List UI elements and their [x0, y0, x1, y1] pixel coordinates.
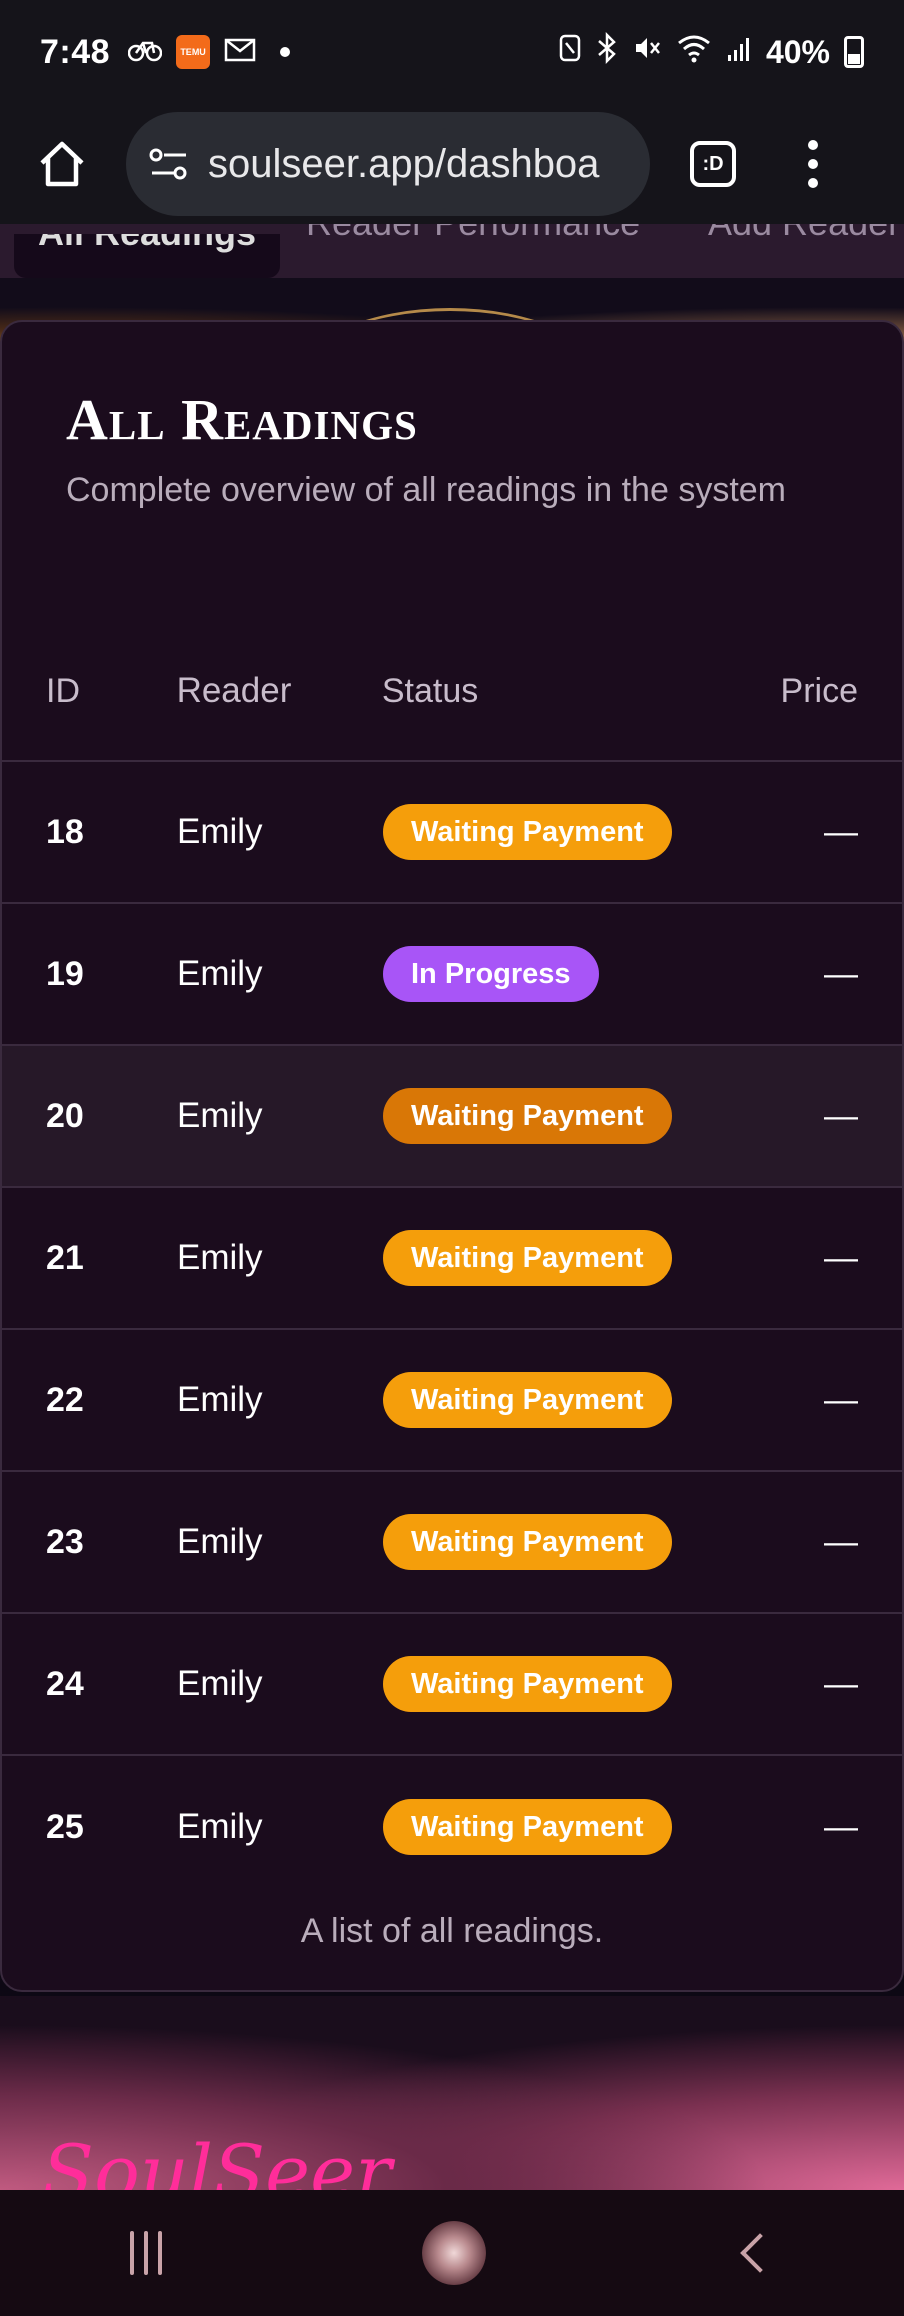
card-title: All Readings	[66, 387, 418, 452]
table-row[interactable]: 23 Emily Waiting Payment —	[2, 1472, 902, 1614]
system-icons: 40%	[558, 31, 864, 72]
overflow-menu-button[interactable]	[808, 140, 818, 188]
mail-icon	[224, 37, 256, 68]
cell-id: 20	[46, 1096, 84, 1135]
temu-app-icon: TEMU	[176, 35, 211, 69]
bike-icon	[127, 35, 163, 70]
footer-brand-logo[interactable]: SoulSeer	[42, 2128, 391, 2190]
table-row[interactable]: 18 Emily Waiting Payment —	[2, 762, 902, 904]
column-header-reader: Reader	[176, 671, 292, 710]
cell-price: —	[824, 954, 858, 993]
column-header-status: Status	[381, 671, 479, 710]
status-badge: Waiting Payment	[383, 804, 672, 860]
status-badge: Waiting Payment	[383, 1088, 672, 1144]
cell-id: 23	[46, 1522, 84, 1561]
table-header: ID Reader Status Price	[2, 622, 902, 762]
cell-reader: Emily	[177, 1238, 263, 1277]
cell-reader: Emily	[177, 1664, 263, 1703]
recent-bar	[130, 2231, 134, 2275]
status-badge: Waiting Payment	[383, 1799, 672, 1855]
status-badge: Waiting Payment	[383, 1656, 672, 1712]
tab-all-readings[interactable]: All Readings	[14, 234, 280, 278]
battery-icon	[844, 36, 864, 68]
column-header-price: Price	[780, 671, 858, 710]
status-badge: Waiting Payment	[383, 1514, 672, 1570]
web-page: All Readings Reader Performance Add Read…	[0, 224, 904, 2190]
site-settings-icon[interactable]	[148, 146, 190, 182]
cell-id: 19	[46, 954, 84, 993]
status-bar: 7:48 TEMU 40%	[0, 0, 904, 104]
cell-status: Waiting Payment	[383, 1088, 783, 1144]
status-badge: In Progress	[383, 946, 599, 1002]
cell-id: 21	[46, 1238, 84, 1277]
tab-switcher-button[interactable]: :D	[690, 141, 736, 187]
table-row[interactable]: 24 Emily Waiting Payment —	[2, 1614, 902, 1756]
cell-price: —	[824, 1238, 858, 1277]
url-text[interactable]: soulseer.app/dashboa	[208, 142, 599, 187]
cell-reader: Emily	[177, 1096, 263, 1135]
cell-reader: Emily	[177, 1807, 263, 1846]
status-badge: Waiting Payment	[383, 1230, 672, 1286]
status-badge: Waiting Payment	[383, 1372, 672, 1428]
cell-id: 25	[46, 1807, 84, 1846]
tab-add-reader[interactable]: Add Reader	[708, 224, 900, 244]
recent-bar	[144, 2231, 148, 2275]
back-button[interactable]	[740, 2233, 780, 2273]
cell-status: Waiting Payment	[383, 1656, 783, 1712]
menu-dot	[808, 178, 818, 188]
cell-price: —	[824, 1096, 858, 1135]
readings-card: All Readings Complete overview of all re…	[0, 320, 904, 1992]
recent-apps-button[interactable]	[130, 2231, 162, 2275]
cell-reader: Emily	[177, 812, 263, 851]
home-button[interactable]	[30, 132, 94, 196]
cell-price: —	[824, 1380, 858, 1419]
cell-status: Waiting Payment	[383, 1230, 783, 1286]
tab-reader-performance[interactable]: Reader Performance	[306, 224, 640, 244]
table-row[interactable]: 25 Emily Waiting Payment —	[2, 1756, 902, 1898]
browser-toolbar: soulseer.app/dashboa :D	[0, 104, 904, 224]
cell-reader: Emily	[177, 1522, 263, 1561]
dashboard-tabs: All Readings Reader Performance Add Read…	[0, 224, 904, 278]
address-bar[interactable]: soulseer.app/dashboa	[126, 112, 650, 216]
cell-id: 22	[46, 1380, 84, 1419]
notification-icons: TEMU	[127, 35, 291, 70]
cell-price: —	[824, 812, 858, 851]
wifi-icon	[676, 33, 712, 71]
table-row[interactable]: 19 Emily In Progress —	[2, 904, 902, 1046]
battery-percent: 40%	[765, 33, 830, 70]
cell-reader: Emily	[177, 954, 263, 993]
cell-status: Waiting Payment	[383, 1372, 783, 1428]
column-header-id: ID	[46, 671, 80, 710]
mute-icon	[632, 33, 662, 71]
table-row[interactable]: 20 Emily Waiting Payment —	[2, 1046, 902, 1188]
cell-id: 18	[46, 812, 84, 851]
nfc-icon	[558, 33, 582, 71]
menu-dot	[808, 140, 818, 150]
cell-id: 24	[46, 1664, 84, 1703]
dot-icon	[280, 47, 291, 57]
recent-bar	[158, 2231, 162, 2275]
cell-status: Waiting Payment	[383, 804, 783, 860]
system-navigation-bar	[0, 2190, 904, 2316]
menu-dot	[808, 159, 818, 169]
table-row[interactable]: 21 Emily Waiting Payment —	[2, 1188, 902, 1330]
cell-status: In Progress	[383, 946, 783, 1002]
cell-price: —	[824, 1522, 858, 1561]
bluetooth-icon	[596, 31, 618, 72]
cell-status: Waiting Payment	[383, 1514, 783, 1570]
table-caption: A list of all readings.	[300, 1912, 604, 1950]
home-icon	[40, 141, 84, 187]
cell-reader: Emily	[177, 1380, 263, 1419]
clock: 7:48	[40, 32, 111, 71]
card-subtitle: Complete overview of all readings in the…	[66, 471, 786, 509]
table-row[interactable]: 22 Emily Waiting Payment —	[2, 1330, 902, 1472]
readings-table: ID Reader Status Price 18 Emily Waiting …	[2, 622, 902, 1898]
cell-status: Waiting Payment	[383, 1799, 783, 1855]
site-footer: SoulSeer	[0, 1996, 904, 2190]
tab-all-readings-label: All Readings	[38, 234, 256, 254]
home-nav-button[interactable]	[422, 2221, 486, 2285]
cell-price: —	[824, 1807, 858, 1846]
signal-icon	[726, 34, 752, 71]
cell-price: —	[824, 1664, 858, 1703]
